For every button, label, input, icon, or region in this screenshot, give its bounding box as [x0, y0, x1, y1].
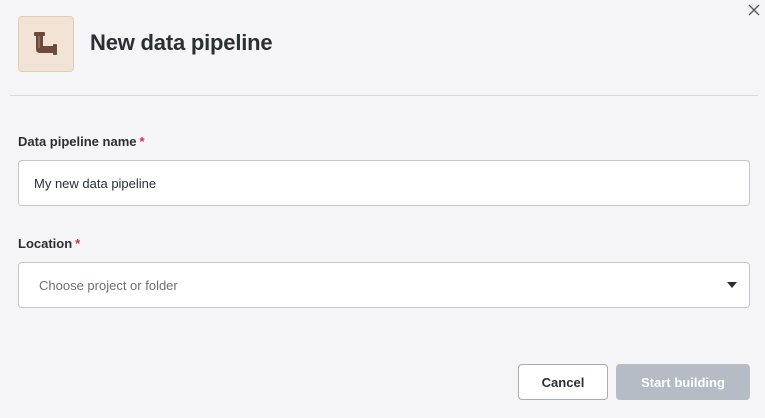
cancel-button[interactable]: Cancel	[518, 364, 608, 400]
header-divider	[10, 95, 758, 96]
location-label: Location *	[18, 236, 80, 251]
location-select[interactable]: Choose project or folder	[18, 262, 750, 308]
pipeline-name-field[interactable]	[18, 160, 750, 206]
pipeline-name-label-text: Data pipeline name	[18, 134, 137, 149]
required-marker: *	[75, 236, 81, 251]
location-placeholder: Choose project or folder	[39, 277, 178, 293]
pipeline-name-input[interactable]	[19, 161, 749, 205]
close-icon[interactable]	[748, 4, 762, 18]
pipe-icon	[18, 16, 74, 72]
pipeline-name-label: Data pipeline name *	[18, 134, 145, 149]
caret-down-icon	[727, 282, 737, 288]
start-building-button[interactable]: Start building	[616, 364, 750, 400]
dialog-title: New data pipeline	[90, 30, 273, 55]
location-label-text: Location	[18, 236, 73, 251]
required-marker: *	[139, 134, 145, 149]
